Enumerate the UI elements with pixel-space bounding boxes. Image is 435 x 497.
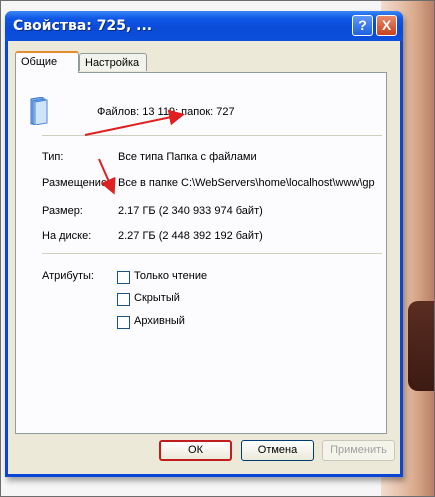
- annotation-arrow: [84, 109, 185, 136]
- annotation-arrow: [98, 158, 116, 195]
- screenshot-frame: Свойства: 725, ... ? X Общие Настройка Ф…: [0, 0, 435, 497]
- annotation-overlay: [84, 109, 185, 195]
- tab-general[interactable]: Общие: [15, 51, 79, 73]
